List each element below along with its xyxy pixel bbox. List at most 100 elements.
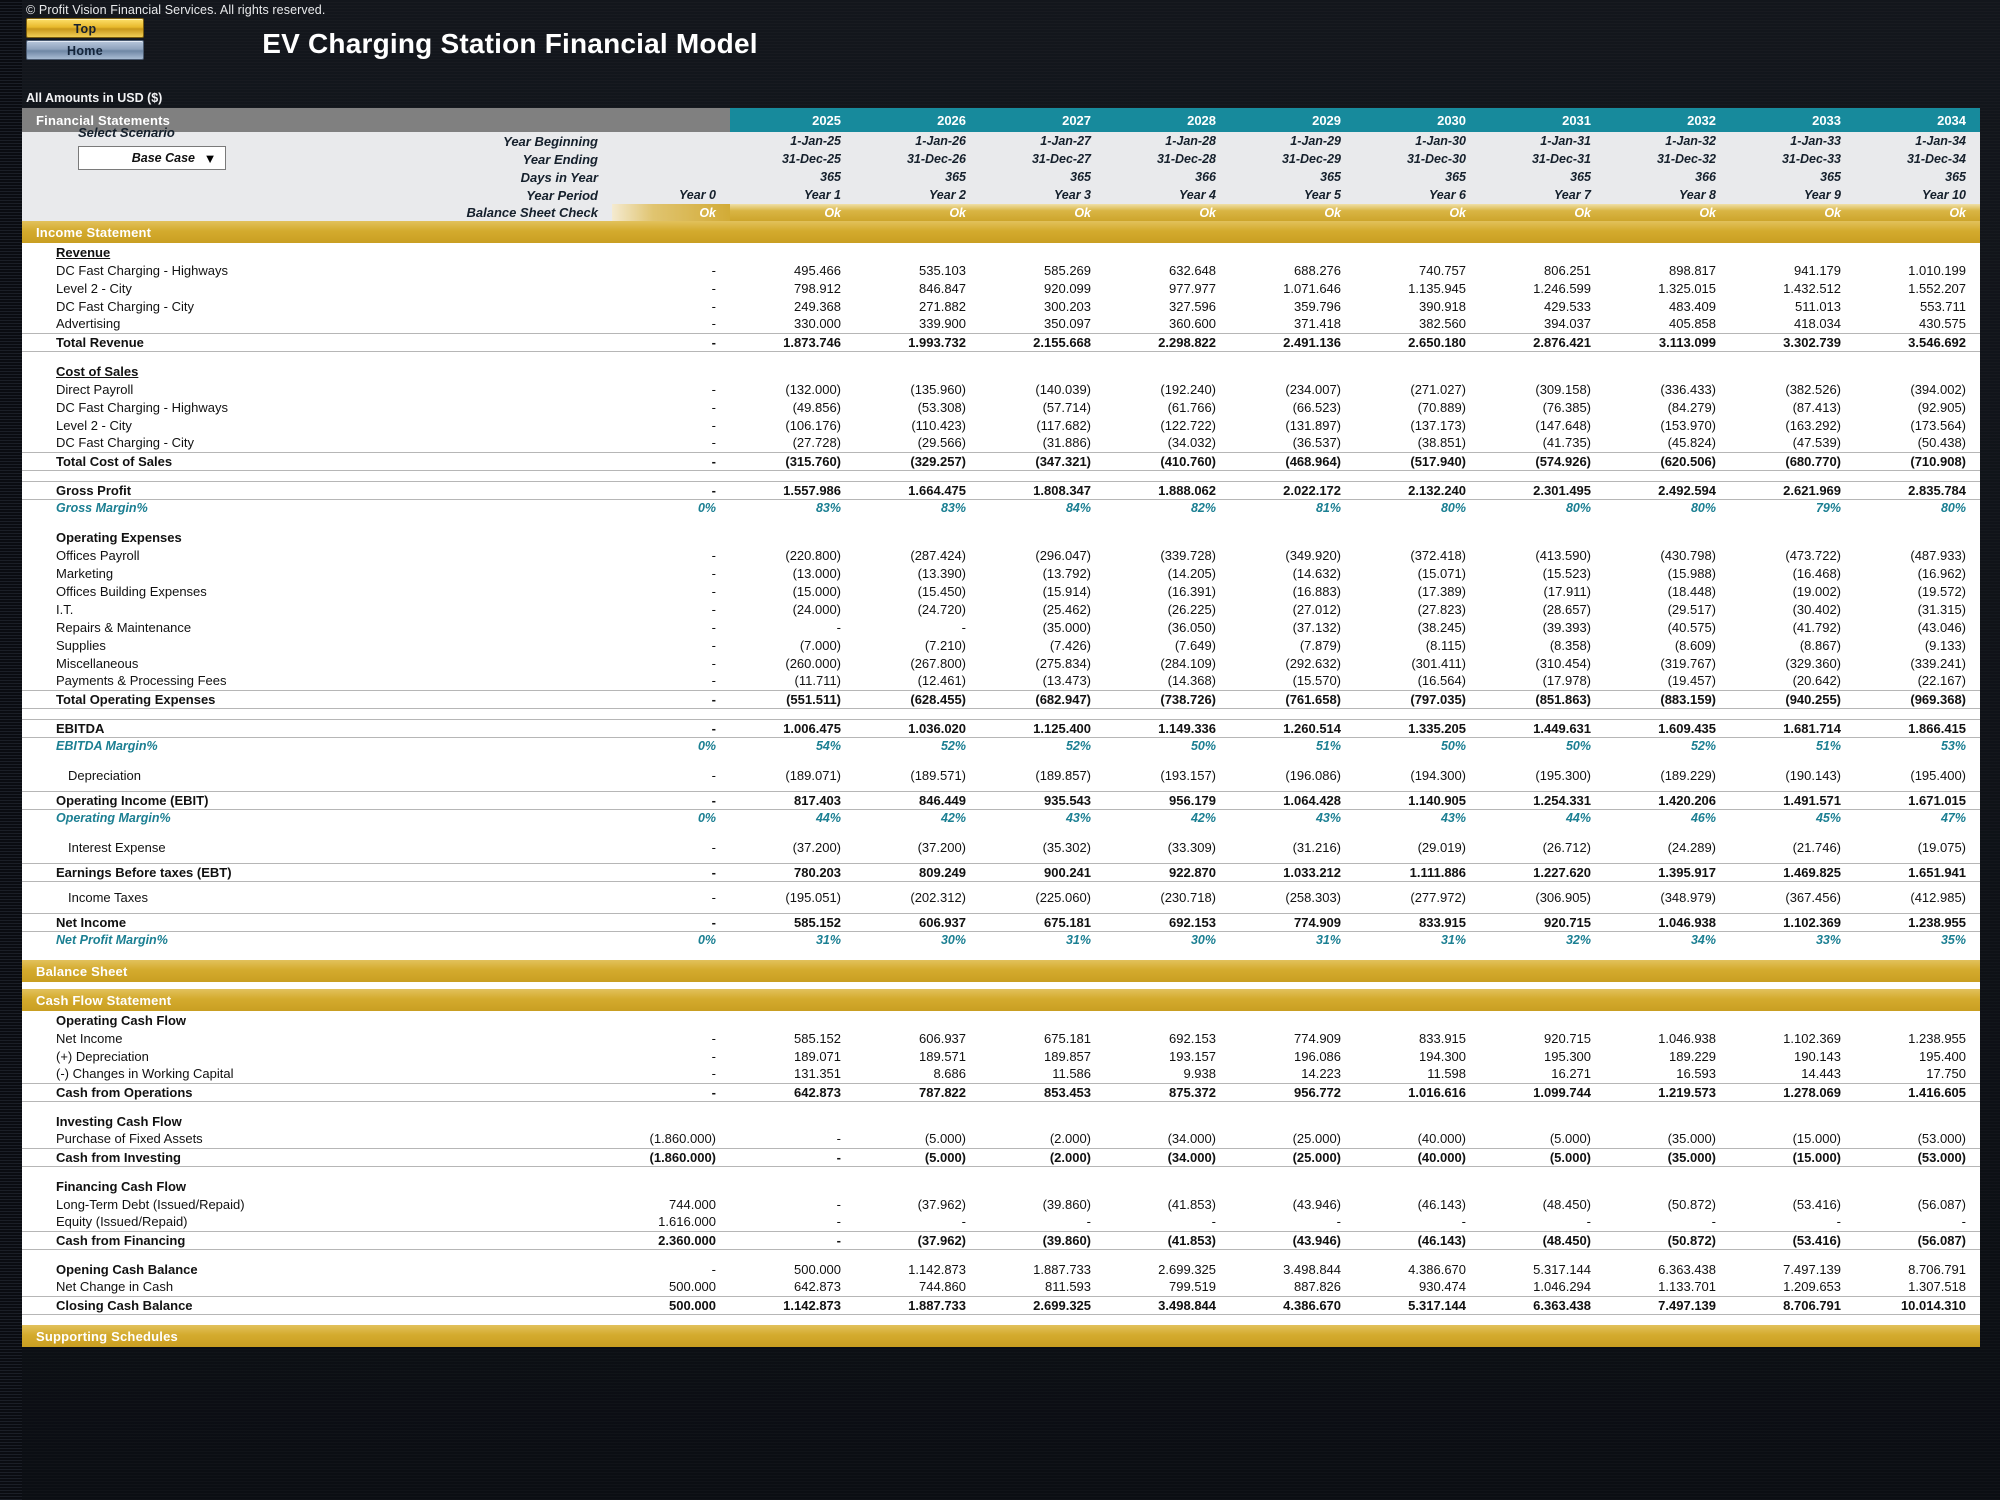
cell-2033: (16.468) bbox=[1730, 564, 1856, 582]
cell-2029 bbox=[1230, 243, 1356, 261]
spacer-cell bbox=[22, 517, 1981, 528]
cell-2034: (31.315) bbox=[1855, 600, 1981, 618]
cell-2027: (35.302) bbox=[980, 838, 1106, 856]
cell-year-0: - bbox=[612, 398, 731, 416]
row-label: Earnings Before taxes (EBT) bbox=[22, 862, 612, 882]
row-label: Operating Income (EBIT) bbox=[22, 790, 612, 810]
cell-2029: (31.216) bbox=[1230, 838, 1356, 856]
cell-2026: (37.200) bbox=[855, 838, 981, 856]
cell-year-0: - bbox=[612, 297, 731, 315]
cell-year-0: - bbox=[612, 838, 731, 856]
column-header-2032[interactable]: 2032 bbox=[1605, 108, 1731, 132]
cell-2029: 359.796 bbox=[1230, 297, 1356, 315]
column-header-2028[interactable]: 2028 bbox=[1105, 108, 1231, 132]
meta-2032: 366 bbox=[1605, 168, 1731, 186]
balance-check-2031: Ok bbox=[1480, 204, 1606, 221]
cell-2027: 52% bbox=[980, 737, 1106, 755]
cell-year-0: - bbox=[612, 766, 731, 784]
cell-2027: 300.203 bbox=[980, 297, 1106, 315]
cell-2029: (36.537) bbox=[1230, 434, 1356, 452]
cell-2030: 930.474 bbox=[1355, 1278, 1481, 1297]
cell-2033 bbox=[1730, 528, 1856, 546]
spacer-cell bbox=[22, 982, 1981, 989]
column-header-2027[interactable]: 2027 bbox=[980, 108, 1106, 132]
meta-label: Days in Year bbox=[22, 168, 612, 186]
cell-year-0: 0% bbox=[612, 737, 731, 755]
cell-2027: - bbox=[980, 1213, 1106, 1231]
meta-2027: 1-Jan-27 bbox=[980, 132, 1106, 150]
cell-year-0: - bbox=[612, 582, 731, 600]
cell-2029: (66.523) bbox=[1230, 398, 1356, 416]
meta-2028: 366 bbox=[1105, 168, 1231, 186]
cell-2026: 846.847 bbox=[855, 279, 981, 297]
cell-2029: 31% bbox=[1230, 931, 1356, 949]
cell-2033: 79% bbox=[1730, 499, 1856, 517]
cell-2026: (267.800) bbox=[855, 654, 981, 672]
row-label: Operating Margin% bbox=[22, 809, 612, 827]
cell-2031: 16.271 bbox=[1480, 1065, 1606, 1083]
scenario-dropdown[interactable]: Base Case ▼ bbox=[78, 146, 226, 170]
cell-2030: 1.335.205 bbox=[1355, 718, 1481, 738]
cell-2029: 3.498.844 bbox=[1230, 1260, 1356, 1278]
balance-sheet-check-label: Balance Sheet Check bbox=[22, 204, 612, 221]
cell-2026: - bbox=[855, 618, 981, 636]
cell-2031: 1.099.744 bbox=[1480, 1082, 1606, 1102]
row-spacer bbox=[22, 1101, 1981, 1112]
cell-2032: (24.289) bbox=[1605, 838, 1731, 856]
cell-2030: (16.564) bbox=[1355, 672, 1481, 690]
cell-2033: (53.416) bbox=[1730, 1195, 1856, 1213]
meta-2026: 1-Jan-26 bbox=[855, 132, 981, 150]
row-label: Advertising bbox=[22, 315, 612, 333]
cell-2030: (70.889) bbox=[1355, 398, 1481, 416]
cell-2033: 511.013 bbox=[1730, 297, 1856, 315]
cell-2031: (48.450) bbox=[1480, 1230, 1606, 1250]
balance-check-2028: Ok bbox=[1105, 204, 1231, 221]
meta-row-year-beginning: Year Beginning 1-Jan-25 1-Jan-26 1-Jan-27 1-… bbox=[22, 132, 1981, 150]
cell-2031: (309.158) bbox=[1480, 380, 1606, 398]
cell-2028: 922.870 bbox=[1105, 862, 1231, 882]
column-header-2031[interactable]: 2031 bbox=[1480, 108, 1606, 132]
cell-2026: (5.000) bbox=[855, 1130, 981, 1148]
cell-2027: 1.125.400 bbox=[980, 718, 1106, 738]
cell-2033: 45% bbox=[1730, 809, 1856, 827]
cell-2028: 193.157 bbox=[1105, 1047, 1231, 1065]
cell-2027: 189.857 bbox=[980, 1047, 1106, 1065]
cell-2025: 817.403 bbox=[730, 790, 856, 810]
column-header-2033[interactable]: 2033 bbox=[1730, 108, 1856, 132]
cell-2031 bbox=[1480, 362, 1606, 380]
cell-2028: (34.000) bbox=[1105, 1130, 1231, 1148]
cell-2030: 1.140.905 bbox=[1355, 790, 1481, 810]
chevron-down-icon[interactable]: ▼ bbox=[195, 147, 225, 169]
cell-2034: (339.241) bbox=[1855, 654, 1981, 672]
column-header-2030[interactable]: 2030 bbox=[1355, 108, 1481, 132]
cell-year-0: - bbox=[612, 546, 731, 564]
meta-2028: 1-Jan-28 bbox=[1105, 132, 1231, 150]
cell-2034: 1.866.415 bbox=[1855, 718, 1981, 738]
column-header-2026[interactable]: 2026 bbox=[855, 108, 981, 132]
cell-year-0 bbox=[612, 362, 731, 380]
cell-2033: (8.867) bbox=[1730, 636, 1856, 654]
cell-2029: (349.920) bbox=[1230, 546, 1356, 564]
cell-2029: (25.000) bbox=[1230, 1147, 1356, 1167]
cell-2026: 787.822 bbox=[855, 1082, 981, 1102]
cell-2034: 1.238.955 bbox=[1855, 912, 1981, 932]
cell-2027 bbox=[980, 1011, 1106, 1029]
column-header-2029[interactable]: 2029 bbox=[1230, 108, 1356, 132]
cell-2031: 1.046.294 bbox=[1480, 1278, 1606, 1297]
cell-year-0: - bbox=[612, 912, 731, 932]
cell-2031: 50% bbox=[1480, 737, 1606, 755]
column-header-2034[interactable]: 2034 bbox=[1855, 108, 1981, 132]
cell-2029: 196.086 bbox=[1230, 1047, 1356, 1065]
operating-expense-row: Marketing - (13.000) (13.390) (13.792) (14.20… bbox=[22, 564, 1981, 582]
cell-year-0 bbox=[612, 1177, 731, 1195]
row-spacer bbox=[22, 1314, 1981, 1325]
cell-2033 bbox=[1730, 362, 1856, 380]
cell-2030: (40.000) bbox=[1355, 1147, 1481, 1167]
cell-year-0: - bbox=[612, 332, 731, 352]
column-header-2025[interactable]: 2025 bbox=[730, 108, 856, 132]
row-label: Net Income bbox=[22, 1029, 612, 1047]
cell-2025: 780.203 bbox=[730, 862, 856, 882]
cell-2028 bbox=[1105, 1112, 1231, 1130]
cell-2033: 1.102.369 bbox=[1730, 1029, 1856, 1047]
cell-2032: (40.575) bbox=[1605, 618, 1731, 636]
